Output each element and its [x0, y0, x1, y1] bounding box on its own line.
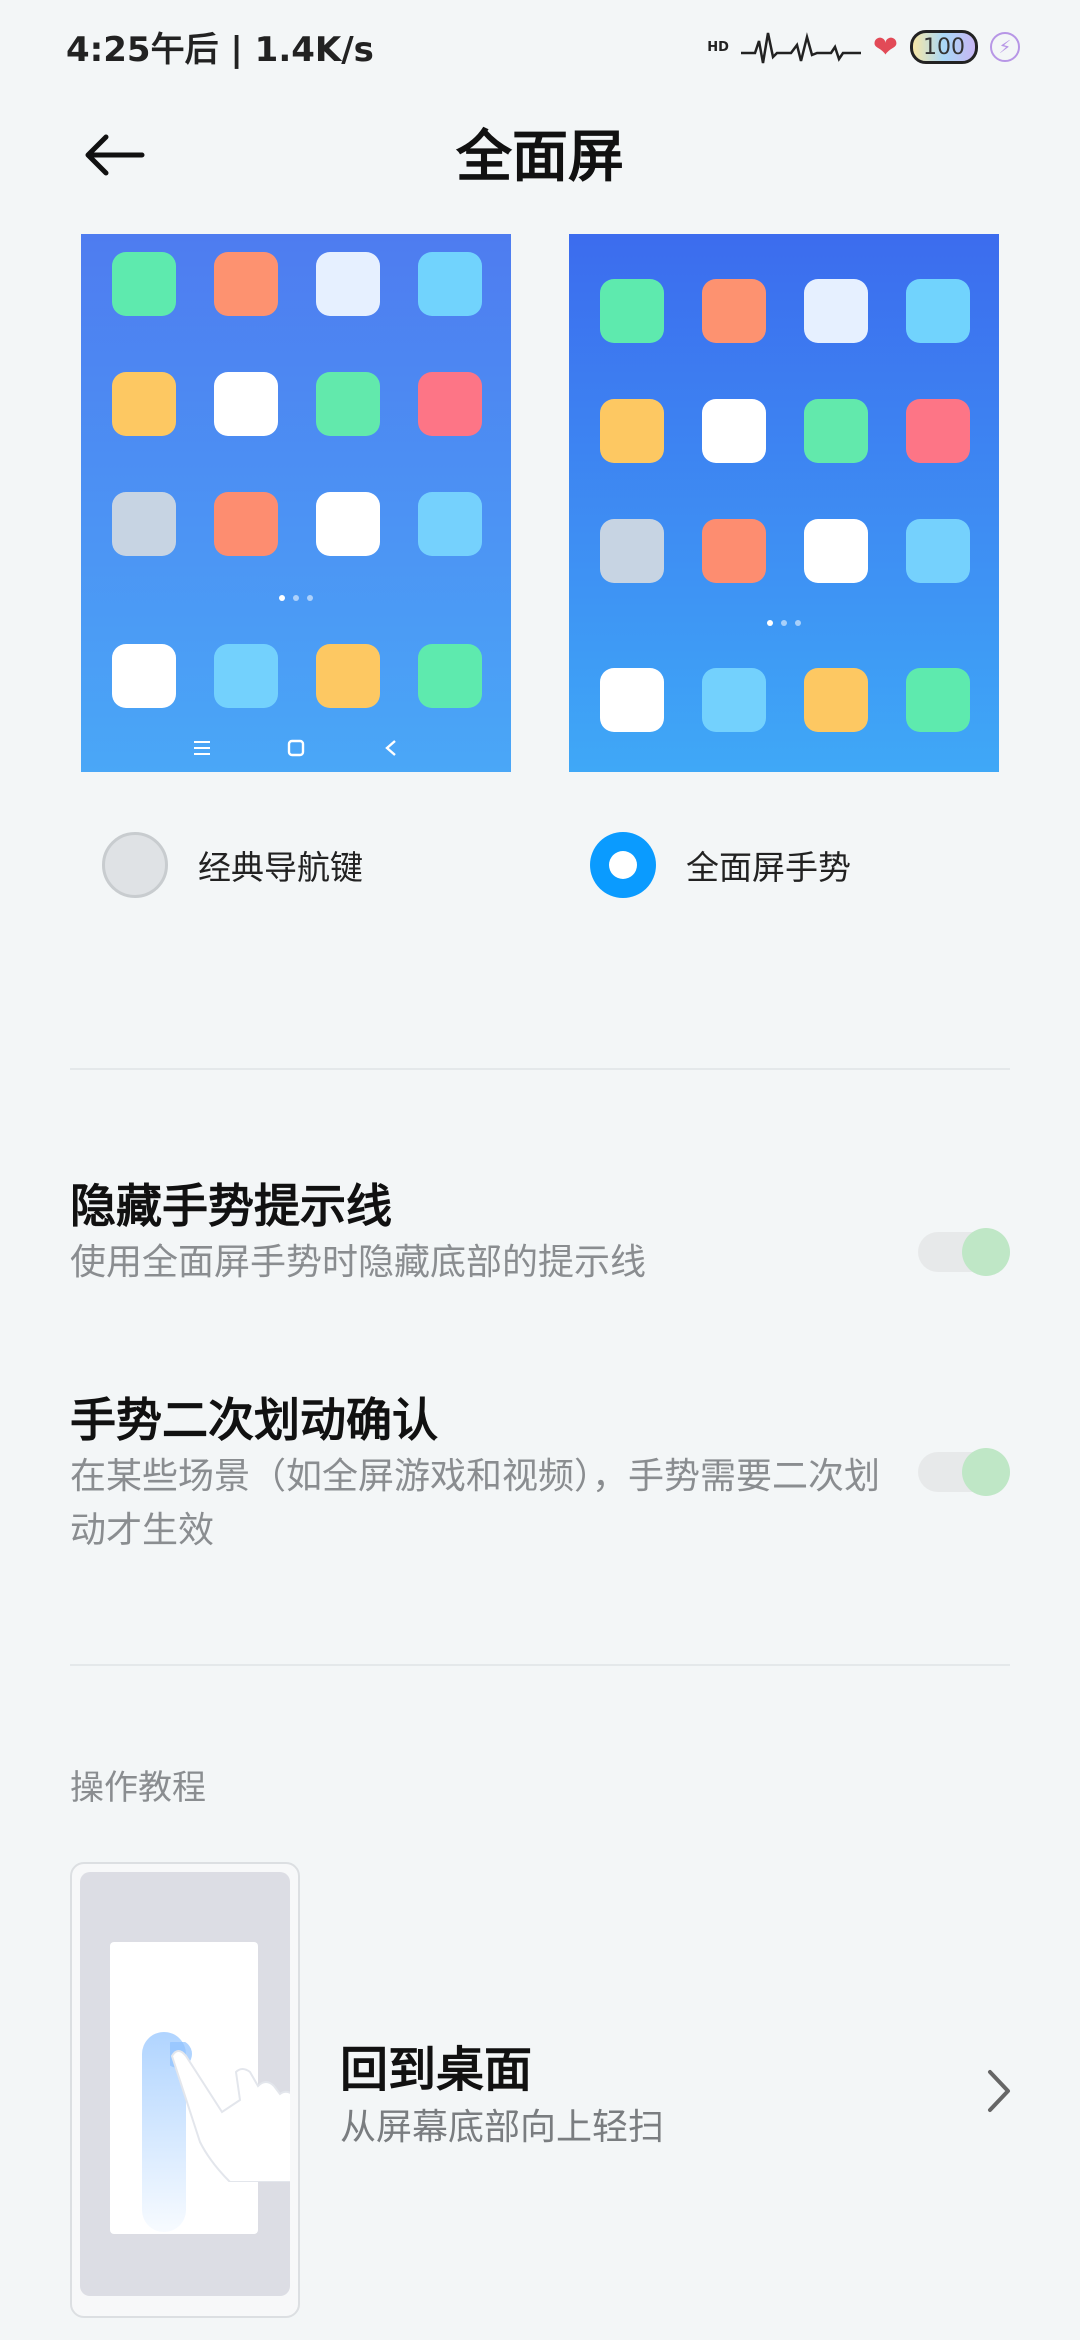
app-icon [316, 252, 380, 316]
app-icon [600, 519, 664, 583]
battery-icon: 100 [910, 30, 978, 64]
option-label: 经典导航键 [198, 848, 363, 887]
page-dot [781, 620, 787, 626]
app-icon [906, 279, 970, 343]
app-grid [112, 252, 482, 556]
dock-app-icon [316, 644, 380, 708]
app-icon [600, 279, 664, 343]
page-indicator [569, 620, 999, 626]
classic-nav-preview[interactable] [81, 234, 511, 772]
app-icon [804, 519, 868, 583]
app-icon [702, 279, 766, 343]
setting-gesture-double-swipe[interactable]: 手势二次划动确认 在某些场景（如全屏游戏和视频），手势需要二次划动才生效 [70, 1390, 1010, 1558]
page-dot [795, 620, 801, 626]
setting-hide-gesture-line[interactable]: 隐藏手势提示线 使用全面屏手势时隐藏底部的提示线 [70, 1176, 1010, 1290]
charging-icon: ⚡ [990, 32, 1020, 62]
dock-app-icon [418, 644, 482, 708]
toggle-knob [962, 1448, 1010, 1496]
toggle-knob [962, 1228, 1010, 1276]
chevron-right-icon[interactable] [982, 2066, 1016, 2116]
setting-title: 手势二次划动确认 [70, 1393, 438, 1447]
section-label: 操作教程 [70, 1768, 206, 1808]
gesture-double-swipe-toggle[interactable] [918, 1448, 1010, 1496]
setting-desc: 使用全面屏手势时隐藏底部的提示线 [70, 1242, 647, 1283]
app-dock [600, 668, 970, 732]
page-indicator [81, 595, 511, 601]
dock-app-icon [702, 668, 766, 732]
app-icon [214, 252, 278, 316]
page-title: 全面屏 [456, 125, 624, 190]
app-icon [804, 399, 868, 463]
status-bar: 4:25午后 | 1.4K/s HD ❤ 100 ⚡ [0, 0, 1080, 90]
dock-app-icon [804, 668, 868, 732]
setting-title: 隐藏手势提示线 [70, 1179, 392, 1233]
battery-level: 100 [923, 34, 965, 60]
nav-keys-bar [81, 730, 511, 766]
status-time: 4:25午后 | 1.4K/s [66, 30, 374, 70]
menu-icon [182, 730, 222, 766]
radio-dot [609, 851, 637, 879]
gesture-nav-preview[interactable] [569, 234, 999, 772]
page-dot [307, 595, 313, 601]
page-dot [293, 595, 299, 601]
back-key-icon [371, 730, 411, 766]
hand-icon [170, 2042, 290, 2182]
dock-app-icon [906, 668, 970, 732]
tutorial-title[interactable]: 回到桌面 [340, 2030, 532, 2100]
divider [70, 1068, 1010, 1070]
app-icon [316, 372, 380, 436]
tutorial-thumbnail[interactable] [70, 1862, 300, 2318]
divider [70, 1664, 1010, 1666]
heart-icon: ❤ [872, 29, 898, 65]
radio-unselected[interactable] [102, 832, 168, 898]
app-icon [214, 492, 278, 556]
app-icon [702, 399, 766, 463]
app-icon [906, 519, 970, 583]
app-icon [702, 519, 766, 583]
dock-app-icon [112, 644, 176, 708]
app-icon [418, 492, 482, 556]
app-grid [600, 279, 970, 583]
status-icons: HD ❤ 100 ⚡ [707, 22, 1020, 72]
option-classic-nav[interactable]: 经典导航键 [102, 830, 363, 900]
home-icon [276, 730, 316, 766]
option-gesture-nav[interactable]: 全面屏手势 [590, 830, 851, 900]
app-icon [418, 252, 482, 316]
page-dot [767, 620, 773, 626]
app-icon [112, 492, 176, 556]
app-icon [600, 399, 664, 463]
app-dock [112, 644, 482, 708]
option-label: 全面屏手势 [686, 848, 851, 887]
page-dot [279, 595, 285, 601]
app-icon [316, 492, 380, 556]
setting-desc: 在某些场景（如全屏游戏和视频），手势需要二次划动才生效 [70, 1456, 881, 1551]
dock-app-icon [214, 644, 278, 708]
app-icon [214, 372, 278, 436]
app-icon [112, 372, 176, 436]
radio-selected[interactable] [590, 832, 656, 898]
app-icon [418, 372, 482, 436]
hd-label: HD [707, 39, 729, 55]
tutorial-screen [80, 1872, 290, 2296]
dock-app-icon [600, 668, 664, 732]
hide-gesture-line-toggle[interactable] [918, 1228, 1010, 1276]
tutorial-desc: 从屏幕底部向上轻扫 [340, 2107, 665, 2148]
app-icon [804, 279, 868, 343]
app-icon [112, 252, 176, 316]
app-icon [906, 399, 970, 463]
heartbeat-icon [740, 32, 861, 64]
